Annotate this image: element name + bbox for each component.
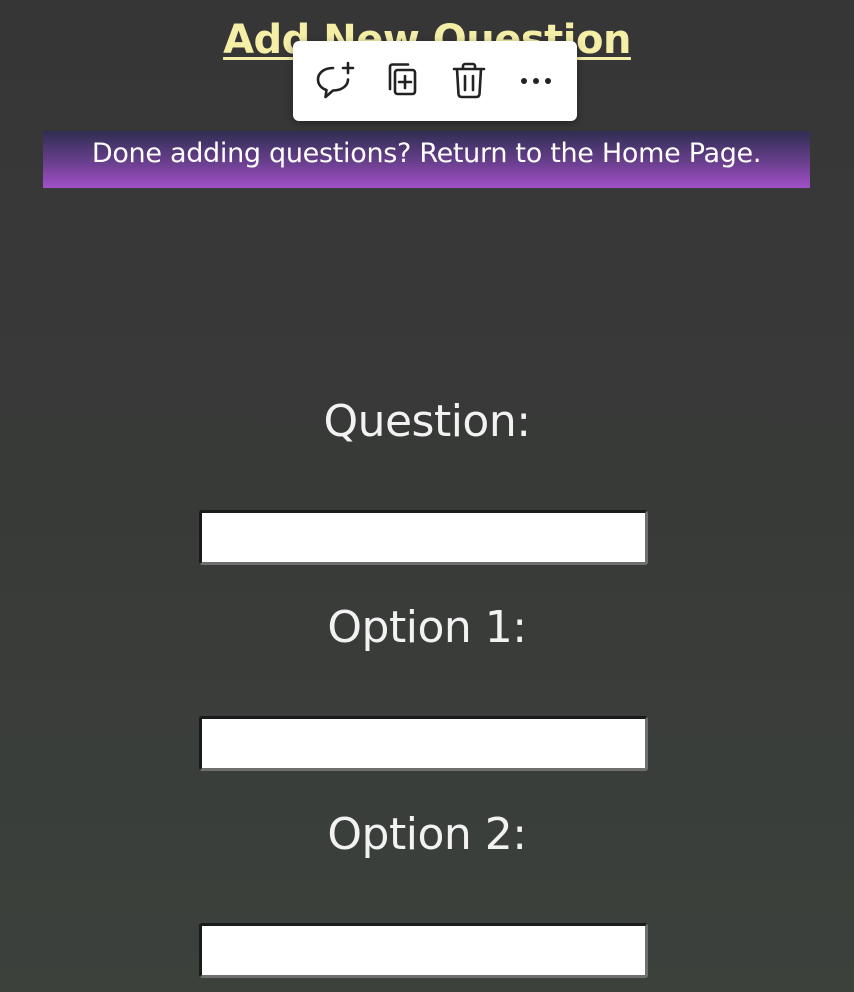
question-label: Question: <box>323 396 531 447</box>
add-comment-button[interactable] <box>307 53 363 109</box>
floating-toolbar <box>293 41 577 121</box>
option-1-label: Option 1: <box>327 602 527 653</box>
question-input[interactable] <box>199 510 648 565</box>
option-2-label: Option 2: <box>327 809 527 860</box>
comment-add-icon <box>316 61 354 99</box>
duplicate-button[interactable] <box>374 53 430 109</box>
option-1-input[interactable] <box>199 716 648 771</box>
delete-button[interactable] <box>441 53 497 109</box>
option-2-input[interactable] <box>199 923 648 978</box>
more-icon <box>520 78 551 84</box>
copy-icon <box>388 63 416 96</box>
more-options-button[interactable] <box>508 53 564 109</box>
return-home-link[interactable]: Done adding questions? Return to the Hom… <box>43 131 810 188</box>
trash-icon <box>452 62 485 99</box>
